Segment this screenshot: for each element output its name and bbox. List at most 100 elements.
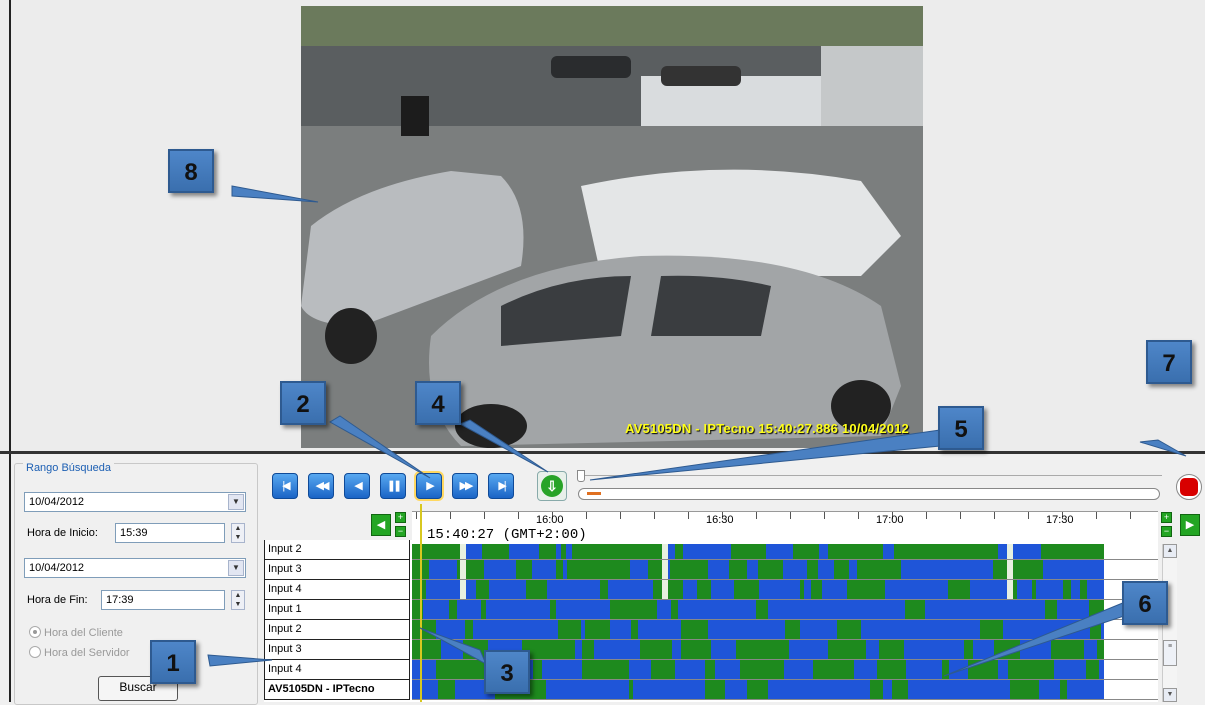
motion-segment — [817, 680, 833, 699]
motion-segment — [742, 544, 766, 559]
zoom-out-right-button[interactable]: − — [1161, 526, 1172, 537]
radio-client-time[interactable]: Hora del Cliente — [29, 626, 123, 639]
motion-segment — [998, 660, 1008, 679]
zoom-in-right-button[interactable]: + — [1161, 512, 1172, 523]
motion-segment — [435, 600, 449, 619]
speed-slider-thumb[interactable] — [577, 470, 585, 482]
skip-to-end-button[interactable]: ▶| — [488, 473, 514, 499]
scroll-up-button[interactable]: ▲ — [1163, 544, 1177, 558]
motion-track[interactable] — [412, 560, 1158, 580]
fast-rewind-button[interactable]: ◀◀ — [308, 473, 334, 499]
motion-segment — [596, 544, 608, 559]
motion-segment — [925, 620, 947, 639]
motion-segment — [611, 640, 618, 659]
motion-segment — [942, 660, 949, 679]
motion-gap — [460, 560, 466, 579]
motion-segment — [551, 620, 558, 639]
download-button[interactable]: ⇩ — [537, 471, 567, 501]
motion-segment — [1010, 680, 1024, 699]
motion-segment — [842, 600, 861, 619]
end-time-field[interactable]: 17:39 — [101, 590, 225, 610]
motion-segment — [582, 640, 594, 659]
motion-segment — [577, 580, 600, 599]
motion-segment — [770, 660, 784, 679]
motion-segment — [1067, 680, 1074, 699]
start-time-field[interactable]: 15:39 — [115, 523, 225, 543]
motion-track[interactable] — [412, 600, 1158, 620]
chevron-down-icon[interactable]: ▼ — [228, 494, 244, 510]
camera-video-frame[interactable]: AV5105DN - IPTecno 15:40:27.886 10/04/20… — [301, 6, 923, 448]
pause-icon: ❚❚ — [386, 480, 403, 492]
motion-segment — [533, 660, 542, 679]
motion-segment — [675, 544, 683, 559]
motion-segment — [610, 600, 633, 619]
motion-track[interactable] — [412, 544, 1158, 560]
motion-segment — [819, 544, 828, 559]
current-time-label: 15:40:27 (GMT+2:00) — [427, 527, 587, 543]
zoom-out-left-button[interactable]: − — [395, 526, 406, 537]
motion-segment — [984, 600, 998, 619]
motion-segment — [568, 600, 585, 619]
motion-segment — [736, 640, 751, 659]
motion-segment — [859, 580, 879, 599]
end-time-value: 17:39 — [106, 594, 134, 606]
scroll-down-button[interactable]: ▼ — [1163, 688, 1177, 702]
motion-segment — [537, 680, 546, 699]
step-back-button[interactable]: ◀ — [344, 473, 370, 499]
channel-row[interactable]: Input 1 — [264, 600, 410, 620]
motion-segment — [486, 600, 497, 619]
motion-segment — [608, 580, 633, 599]
video-timestamp-overlay: AV5105DN - IPTecno 15:40:27.886 10/04/20… — [625, 421, 909, 436]
motion-segment — [1044, 580, 1063, 599]
motion-segment — [890, 620, 911, 639]
motion-segment — [849, 560, 857, 579]
motion-segment — [1065, 640, 1084, 659]
arrow-right-icon: ▶ — [1185, 519, 1195, 531]
motion-segment — [784, 544, 793, 559]
pause-button[interactable]: ❚❚ — [380, 473, 406, 499]
channel-row[interactable]: Input 4 — [264, 580, 410, 600]
chevron-down-icon[interactable]: ▼ — [228, 560, 244, 576]
motion-segment — [941, 580, 948, 599]
motion-segment — [904, 640, 929, 659]
end-time-spinner[interactable]: ▲ ▼ — [231, 590, 245, 610]
channel-row[interactable]: Input 2 — [264, 540, 410, 560]
motion-segment — [412, 660, 436, 679]
motion-segment — [688, 580, 697, 599]
radio-server-time[interactable]: Hora del Servidor — [29, 646, 130, 659]
channel-row[interactable]: Input 4 — [264, 660, 410, 680]
fast-forward-button[interactable]: ▶▶ — [452, 473, 478, 499]
channel-row[interactable]: Input 3 — [264, 560, 410, 580]
motion-segment — [585, 600, 610, 619]
motion-segment — [671, 600, 678, 619]
speed-slider-track[interactable] — [578, 475, 1162, 476]
motion-segment — [740, 660, 747, 679]
timeline-cursor[interactable] — [420, 504, 422, 702]
timeline-next-button[interactable]: ▶ — [1180, 514, 1200, 536]
motion-segment — [916, 560, 931, 579]
channel-row[interactable]: Input 2 — [264, 620, 410, 640]
motion-track[interactable] — [412, 620, 1158, 640]
motion-segment — [813, 660, 831, 679]
timeline-prev-button[interactable]: ◀ — [371, 514, 391, 536]
motion-segment — [1020, 640, 1030, 659]
motion-segment — [877, 660, 893, 679]
motion-segment — [902, 580, 920, 599]
motion-track[interactable] — [412, 580, 1158, 600]
start-date-combo[interactable]: 10/04/2012 ▼ — [24, 492, 246, 512]
callout-7: 7 — [1146, 340, 1192, 384]
zoom-in-left-button[interactable]: + — [395, 512, 406, 523]
play-button[interactable]: ▶ — [416, 473, 442, 499]
motion-segment — [979, 640, 994, 659]
channel-row[interactable]: Input 3 — [264, 640, 410, 660]
motion-segment — [1099, 660, 1104, 679]
end-date-combo[interactable]: 10/04/2012 ▼ — [24, 558, 246, 578]
record-button[interactable] — [1176, 474, 1202, 500]
motion-segment — [927, 544, 949, 559]
scrollbar-thumb[interactable]: ≡ — [1163, 640, 1177, 666]
channel-row[interactable]: AV5105DN - IPTecno — [264, 680, 410, 700]
skip-to-start-button[interactable]: |◀ — [272, 473, 298, 499]
motion-gap — [1007, 580, 1013, 599]
start-time-spinner[interactable]: ▲ ▼ — [231, 523, 245, 543]
motion-segment — [949, 640, 964, 659]
